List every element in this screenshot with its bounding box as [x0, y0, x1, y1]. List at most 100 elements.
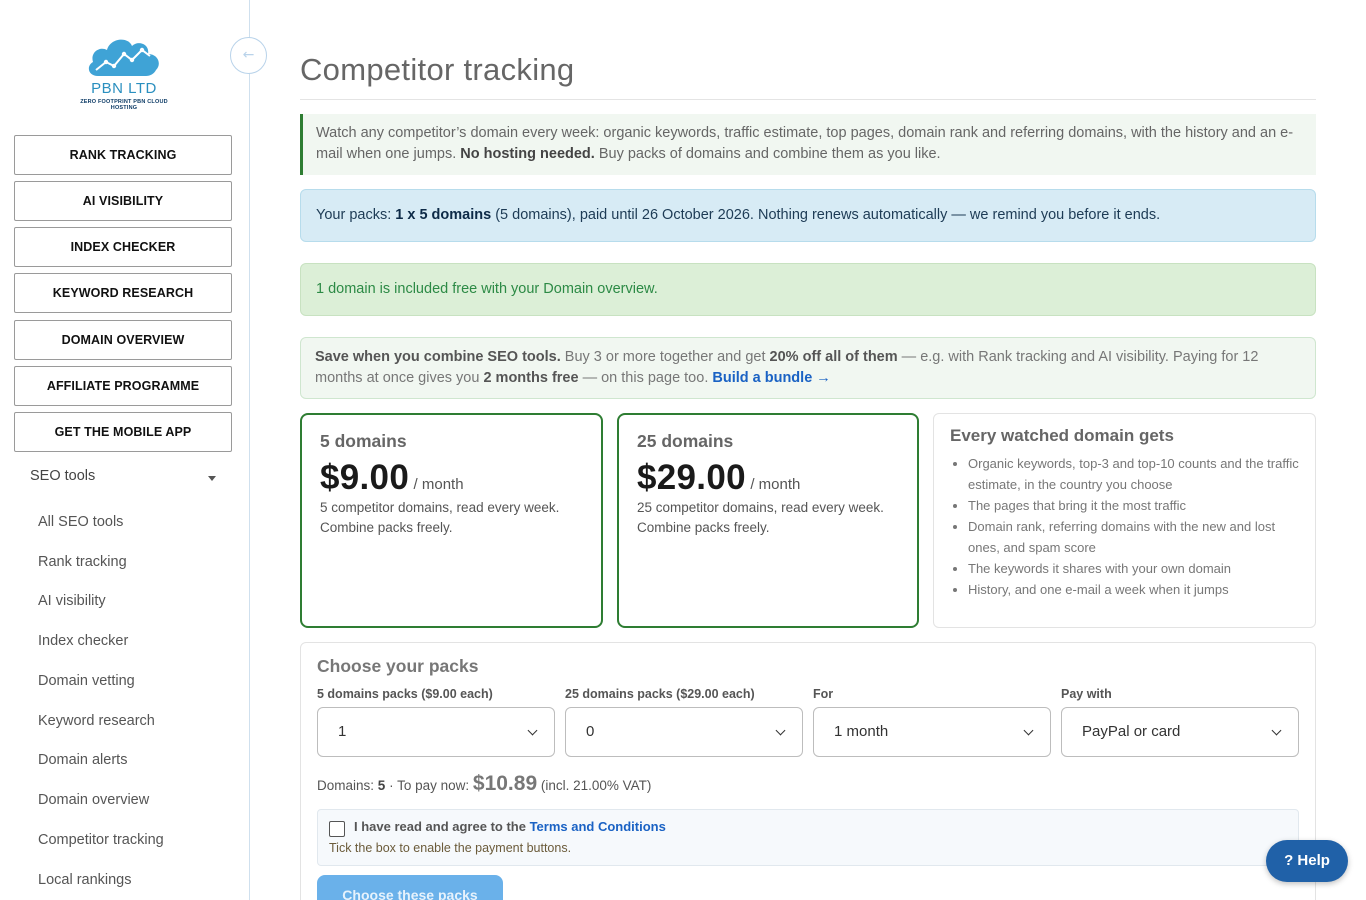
plan-amount: $9.00	[320, 458, 410, 497]
pay-label: · To pay now:	[389, 778, 470, 793]
period-select[interactable]: 1 month	[813, 707, 1051, 757]
nav-keyword-research-button[interactable]: KEYWORD RESEARCH	[14, 273, 232, 313]
plan-period: / month	[413, 476, 464, 493]
sidebar: PBN LTD ZERO FOOTPRINT PBN CLOUD HOSTING…	[0, 0, 267, 900]
save-text-3: — on this page too.	[582, 370, 709, 386]
benefits-card: Every watched domain gets Organic keywor…	[933, 413, 1316, 628]
chevron-down-icon	[527, 725, 538, 736]
seo-tools-toggle[interactable]: SEO tools	[30, 468, 220, 490]
sidebar-item-competitor-tracking[interactable]: Competitor tracking	[38, 832, 164, 848]
plan-description: 25 competitor domains, read every week. …	[637, 500, 884, 535]
caret-down-icon	[208, 476, 216, 481]
terms-hint: Tick the box to enable the payment butto…	[329, 841, 572, 855]
sidebar-item-all-seo-tools[interactable]: All SEO tools	[38, 514, 123, 530]
sidebar-item-domain-vetting[interactable]: Domain vetting	[38, 673, 135, 689]
payment-method-select[interactable]: PayPal or card	[1061, 707, 1299, 757]
benefit-item: The pages that bring it the most traffic	[968, 495, 1299, 516]
packs-25-select[interactable]: 0	[565, 707, 803, 757]
bundle-savings-notice: Save when you combine SEO tools. Buy 3 o…	[300, 337, 1316, 399]
field-period: For 1 month	[813, 687, 1051, 757]
intro-notice: Watch any competitor’s domain every week…	[300, 114, 1316, 175]
sidebar-item-domain-overview[interactable]: Domain overview	[38, 792, 149, 808]
plan-name: 5 domains	[320, 431, 407, 451]
plan-card-25-domains[interactable]: 25 domains $29.00 / month 25 competitor …	[617, 413, 919, 628]
sidebar-item-keyword-research[interactable]: Keyword research	[38, 713, 155, 729]
intro-bold: No hosting needed.	[460, 146, 595, 162]
packs-notice: Your packs: 1 x 5 domains (5 domains), p…	[300, 189, 1316, 242]
brand-tagline: ZERO FOOTPRINT PBN CLOUD HOSTING	[80, 99, 168, 111]
nav-index-checker-button[interactable]: INDEX CHECKER	[14, 227, 232, 267]
select-value: PayPal or card	[1082, 723, 1181, 740]
benefit-item: Organic keywords, top-3 and top-10 count…	[968, 453, 1299, 495]
chevron-down-icon	[1023, 725, 1034, 736]
seo-tools-label: SEO tools	[30, 468, 96, 484]
choose-title: Choose your packs	[317, 656, 479, 676]
packs-prefix: Your packs:	[316, 207, 392, 223]
benefit-item: History, and one e-mail a week when it j…	[968, 579, 1299, 600]
nav-mobile-app-button[interactable]: GET THE MOBILE APP	[14, 412, 232, 452]
packs-bold: 1 x 5 domains	[395, 207, 492, 223]
field-payment: Pay with PayPal or card	[1061, 687, 1299, 757]
collapse-sidebar-button[interactable]: ←	[230, 37, 267, 74]
title-divider	[300, 99, 1316, 100]
sidebar-item-local-rankings[interactable]: Local rankings	[38, 872, 132, 888]
terms-label: I have read and agree to the Terms and C…	[354, 819, 666, 834]
nav-rank-tracking-button[interactable]: RANK TRACKING	[14, 135, 232, 175]
intro-tail: Buy packs of domains and combine them as…	[598, 146, 941, 162]
plan-price: $29.00 / month	[637, 458, 899, 498]
benefit-item: The keywords it shares with your own dom…	[968, 558, 1299, 579]
domains-label: Domains:	[317, 778, 375, 793]
select-value: 1 month	[834, 723, 889, 740]
plan-period: / month	[750, 476, 801, 493]
nav-domain-overview-button[interactable]: DOMAIN OVERVIEW	[14, 320, 232, 360]
sidebar-item-index-checker[interactable]: Index checker	[38, 633, 128, 649]
build-bundle-link[interactable]: Build a bundle →	[712, 370, 830, 386]
select-value: 1	[338, 723, 347, 740]
benefits-title: Every watched domain gets	[950, 426, 1174, 445]
brand-logo[interactable]: PBN LTD ZERO FOOTPRINT PBN CLOUD HOSTING	[74, 32, 174, 116]
sidebar-item-domain-alerts[interactable]: Domain alerts	[38, 752, 127, 768]
terms-box: I have read and agree to the Terms and C…	[317, 809, 1299, 866]
plan-amount: $29.00	[637, 458, 746, 497]
save-text-1: Buy 3 or more together and get	[564, 349, 766, 365]
save-bold-1: Save when you combine SEO tools.	[315, 349, 561, 365]
field-label: 5 domains packs ($9.00 each)	[317, 687, 493, 701]
vat-note: (incl. 21.00% VAT)	[540, 778, 652, 793]
free-domain-notice: 1 domain is included free with your Doma…	[300, 263, 1316, 316]
brand-name: PBN LTD	[91, 80, 157, 97]
pay-amount: $10.89	[472, 772, 538, 795]
field-label: Pay with	[1061, 687, 1112, 701]
domains-count: 5	[377, 778, 386, 793]
nav-ai-visibility-button[interactable]: AI VISIBILITY	[14, 181, 232, 221]
chevron-down-icon	[1271, 725, 1282, 736]
plan-description: 5 competitor domains, read every week. C…	[320, 500, 560, 535]
benefits-list: Organic keywords, top-3 and top-10 count…	[950, 453, 1299, 600]
field-label: 25 domains packs ($29.00 each)	[565, 687, 755, 701]
terms-checkbox[interactable]	[329, 821, 345, 837]
save-bold-2: 20% off all of them	[769, 349, 898, 365]
save-bold-3: 2 months free	[483, 370, 579, 386]
order-total: Domains: 5 · To pay now: $10.89 (incl. 2…	[317, 772, 651, 796]
plan-price: $9.00 / month	[320, 458, 583, 498]
plan-card-5-domains[interactable]: 5 domains $9.00 / month 5 competitor dom…	[300, 413, 603, 628]
nav-affiliate-programme-button[interactable]: AFFILIATE PROGRAMME	[14, 366, 232, 406]
packs-5-select[interactable]: 1	[317, 707, 555, 757]
sidebar-item-rank-tracking[interactable]: Rank tracking	[38, 554, 127, 570]
terms-link[interactable]: Terms and Conditions	[530, 819, 666, 834]
choose-packs-button[interactable]: Choose these packs	[317, 875, 503, 900]
chevron-down-icon	[775, 725, 786, 736]
terms-prefix: I have read and agree to the	[354, 819, 526, 834]
page-title: Competitor tracking	[300, 52, 575, 87]
sidebar-item-ai-visibility[interactable]: AI visibility	[38, 593, 106, 609]
cloud-chart-icon	[88, 39, 159, 76]
field-25-domains: 25 domains packs ($29.00 each) 0	[565, 687, 803, 757]
select-value: 0	[586, 723, 595, 740]
packs-rest: (5 domains), paid until 26 October 2026.…	[495, 207, 1161, 223]
help-button[interactable]: ? Help	[1266, 840, 1348, 882]
field-label: For	[813, 687, 834, 701]
field-5-domains: 5 domains packs ($9.00 each) 1	[317, 687, 555, 757]
benefit-item: Domain rank, referring domains with the …	[968, 516, 1299, 558]
arrow-left-icon: ←	[242, 47, 255, 63]
plan-name: 25 domains	[637, 431, 734, 451]
choose-packs-card: Choose your packs 5 domains packs ($9.00…	[300, 642, 1316, 900]
